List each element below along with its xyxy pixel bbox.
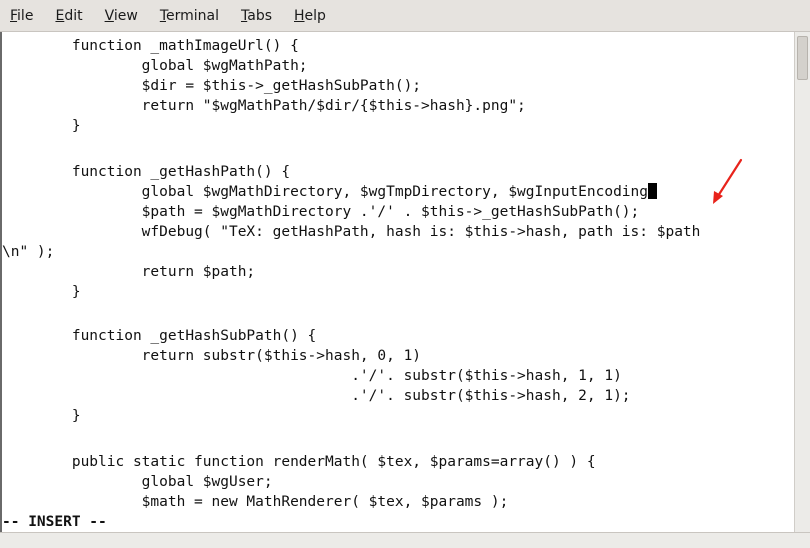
text-cursor xyxy=(648,183,658,199)
code-line: $math = new MathRenderer( $tex, $params … xyxy=(2,494,509,510)
code-line: function _getHashPath() { xyxy=(2,164,291,180)
annotation-arrow-icon xyxy=(713,158,743,204)
code-line: .'/'. substr($this->hash, 1, 1) xyxy=(2,368,622,384)
menu-terminal[interactable]: Terminal xyxy=(160,8,219,24)
menu-view[interactable]: View xyxy=(105,8,138,24)
code-line: \n" ); xyxy=(2,244,55,260)
menu-file[interactable]: File xyxy=(10,8,33,24)
code-line: $path = $wgMathDirectory .'/' . $this->_… xyxy=(2,204,640,220)
code-line: return "$wgMathPath/$dir/{$this->hash}.p… xyxy=(2,98,526,114)
code-line: } xyxy=(2,408,81,424)
window-bottom-edge xyxy=(0,532,810,548)
code-line: public static function renderMath( $tex,… xyxy=(2,454,596,470)
code-line: .'/'. substr($this->hash, 2, 1); xyxy=(2,388,631,404)
code-line: function _getHashSubPath() { xyxy=(2,328,317,344)
code-line: global $wgUser; xyxy=(2,474,273,490)
vertical-scrollbar[interactable] xyxy=(794,32,810,532)
terminal-window: File Edit View Terminal Tabs Help functi… xyxy=(0,0,810,548)
menu-bar: File Edit View Terminal Tabs Help xyxy=(0,0,810,32)
code-line-text: global $wgMathDirectory, $wgTmpDirectory… xyxy=(2,184,649,200)
terminal-content[interactable]: function _mathImageUrl() { global $wgMat… xyxy=(0,32,794,532)
code-line: wfDebug( "TeX: getHashPath, hash is: $th… xyxy=(2,224,701,240)
code-line: } xyxy=(2,284,81,300)
menu-help[interactable]: Help xyxy=(294,8,326,24)
code-line: return substr($this->hash, 0, 1) xyxy=(2,348,422,364)
menu-edit[interactable]: Edit xyxy=(55,8,82,24)
code-line: return $path; xyxy=(2,264,256,280)
code-line-cursor: global $wgMathDirectory, $wgTmpDirectory… xyxy=(2,182,658,202)
vim-mode-status: -- INSERT -- xyxy=(2,514,107,530)
code-line: function _mathImageUrl() { xyxy=(2,38,299,54)
scrollbar-thumb[interactable] xyxy=(797,36,808,80)
code-line: $dir = $this->_getHashSubPath(); xyxy=(2,78,422,94)
code-line: global $wgMathPath; xyxy=(2,58,308,74)
menu-tabs[interactable]: Tabs xyxy=(241,8,272,24)
code-line: } xyxy=(2,118,81,134)
